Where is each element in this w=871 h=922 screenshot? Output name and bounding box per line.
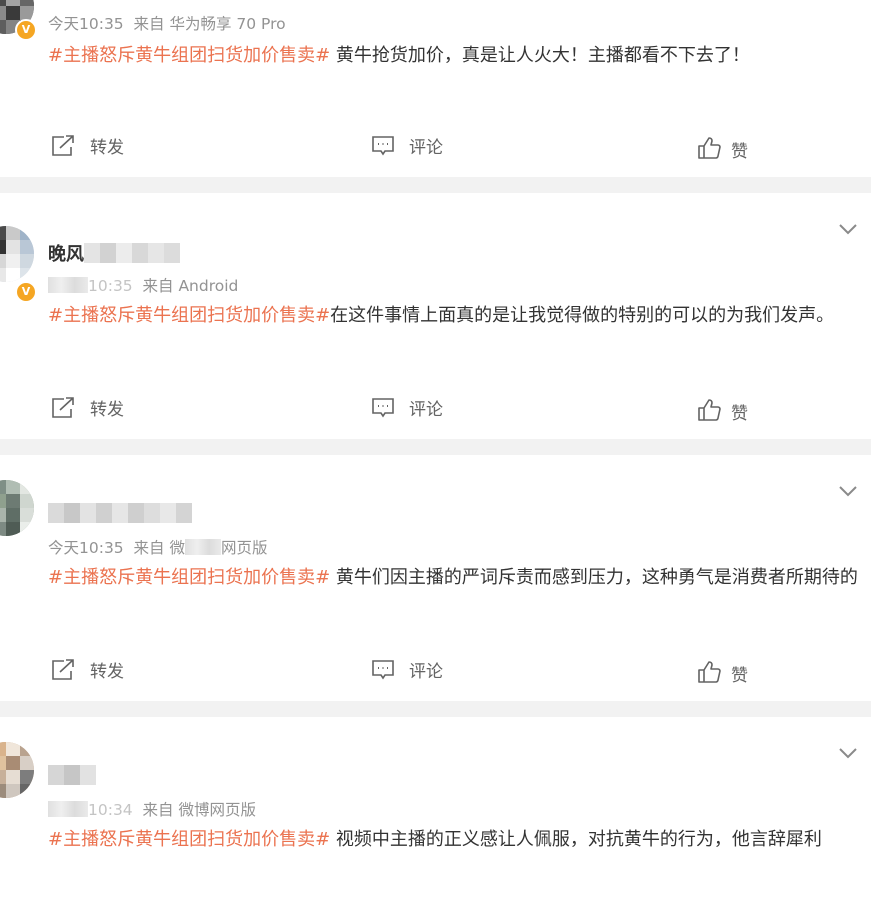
action-bar: 转发 评论 赞 [0,395,871,425]
post-time[interactable]: 今天10:35 [48,539,124,557]
repost-label: 转发 [90,138,124,158]
post-source: 来自 微博网页版 [142,801,256,819]
repost-icon [52,134,74,156]
repost-button[interactable]: 转发 [50,133,124,158]
post-text: 黄牛们因主播的严词斥责而感到压力，这种勇气是消费者所期待的 [330,567,858,588]
post-content: #主播怒斥黄牛组团扫货加价售卖# 视频中主播的正义感让人佩服，对抗黄牛的行为，他… [48,821,860,859]
post-separator [0,701,871,717]
comment-label: 评论 [409,138,443,158]
verified-badge-icon: V [15,281,37,303]
repost-label: 转发 [90,400,124,420]
action-bar: 转发 评论 赞 [0,657,871,687]
post-1: V 今天10:35 来自 华为畅享 70 Pro #主播怒斥黄牛组团扫货加价售卖… [0,0,871,177]
post-source: 来自 Android [142,277,239,295]
post-content: #主播怒斥黄牛组团扫货加价售卖# 黄牛抢货加价，真是让人火大！主播都看不下去了！ [48,37,860,75]
post-meta: 今天10:35 来自 华为畅享 70 Pro [48,12,286,34]
like-button[interactable]: 赞 [697,657,748,686]
post-separator [0,177,871,193]
like-button[interactable]: 赞 [697,133,748,162]
like-icon [698,136,721,159]
like-label: 赞 [731,404,748,424]
user-name[interactable] [48,765,96,785]
verified-badge-icon: V [15,19,37,41]
post-meta: 10:35 来自 Android [48,274,238,296]
chevron-down-icon[interactable] [837,218,859,240]
name-mask [48,765,96,785]
post-text: 在这件事情上面真的是让我觉得做的特别的可以的为我们发声。 [330,305,835,326]
comment-icon [372,659,394,679]
topic-link[interactable]: #主播怒斥黄牛组团扫货加价售卖# [48,829,330,850]
comment-button[interactable]: 评论 [371,395,443,420]
post-2: V 晚风 10:35 来自 Android #主播怒斥黄牛组团扫货加价售卖#在这… [0,193,871,439]
like-button[interactable]: 赞 [697,395,748,424]
post-meta: 今天10:35 来自 微 网页版 [48,536,267,558]
post-separator [0,439,871,455]
post-text: 黄牛抢货加价，真是让人火大！主播都看不下去了！ [330,45,750,66]
user-name[interactable]: 晚风 [48,240,180,266]
avatar[interactable] [0,480,34,536]
topic-link[interactable]: #主播怒斥黄牛组团扫货加价售卖# [48,567,330,588]
comment-icon [372,397,394,417]
post-content: #主播怒斥黄牛组团扫货加价售卖#在这件事情上面真的是让我觉得做的特别的可以的为我… [48,297,860,335]
avatar[interactable] [0,226,34,282]
avatar[interactable] [0,742,34,798]
post-source: 来自 华为畅享 70 Pro [133,15,286,33]
post-3: 今天10:35 来自 微 网页版 #主播怒斥黄牛组团扫货加价售卖# 黄牛们因主播的… [0,455,871,701]
user-name-text: 晚风 [48,244,84,265]
post-source-prefix: 来自 微 [133,539,185,557]
like-label: 赞 [731,666,748,686]
post-time[interactable]: 今天10:35 [48,15,124,33]
post-time[interactable]: 10:35 [88,277,133,295]
comment-label: 评论 [409,400,443,420]
avatar-mosaic [0,480,34,536]
repost-button[interactable]: 转发 [50,395,124,420]
topic-link[interactable]: #主播怒斥黄牛组团扫货加价售卖# [48,45,330,66]
post-meta: 10:34 来自 微博网页版 [48,798,256,820]
like-icon [698,398,721,421]
time-mask [48,277,88,293]
action-bar: 转发 评论 赞 [0,133,871,163]
name-mask [48,503,192,523]
source-mask [184,539,221,555]
user-name[interactable] [48,503,192,523]
comment-button[interactable]: 评论 [371,133,443,158]
comment-icon [372,135,394,155]
post-time[interactable]: 10:34 [88,801,133,819]
post-source-suffix: 网页版 [220,539,268,557]
post-text: 视频中主播的正义感让人佩服，对抗黄牛的行为，他言辞犀利 [330,829,822,850]
comment-label: 评论 [409,662,443,682]
chevron-down-icon[interactable] [837,742,859,764]
post-4: 10:34 来自 微博网页版 #主播怒斥黄牛组团扫货加价售卖# 视频中主播的正义… [0,717,871,922]
post-content: #主播怒斥黄牛组团扫货加价售卖# 黄牛们因主播的严词斥责而感到压力，这种勇气是消… [48,559,860,597]
name-mask [84,243,180,263]
comment-button[interactable]: 评论 [371,657,443,682]
chevron-down-icon[interactable] [837,480,859,502]
repost-button[interactable]: 转发 [50,657,124,682]
like-label: 赞 [731,142,748,162]
repost-icon [52,396,74,418]
avatar-mosaic [0,742,34,798]
topic-link[interactable]: #主播怒斥黄牛组团扫货加价售卖# [48,305,330,326]
time-mask [48,801,88,817]
repost-label: 转发 [90,662,124,682]
repost-icon [52,658,74,680]
like-icon [698,660,721,683]
avatar-mosaic [0,226,34,282]
